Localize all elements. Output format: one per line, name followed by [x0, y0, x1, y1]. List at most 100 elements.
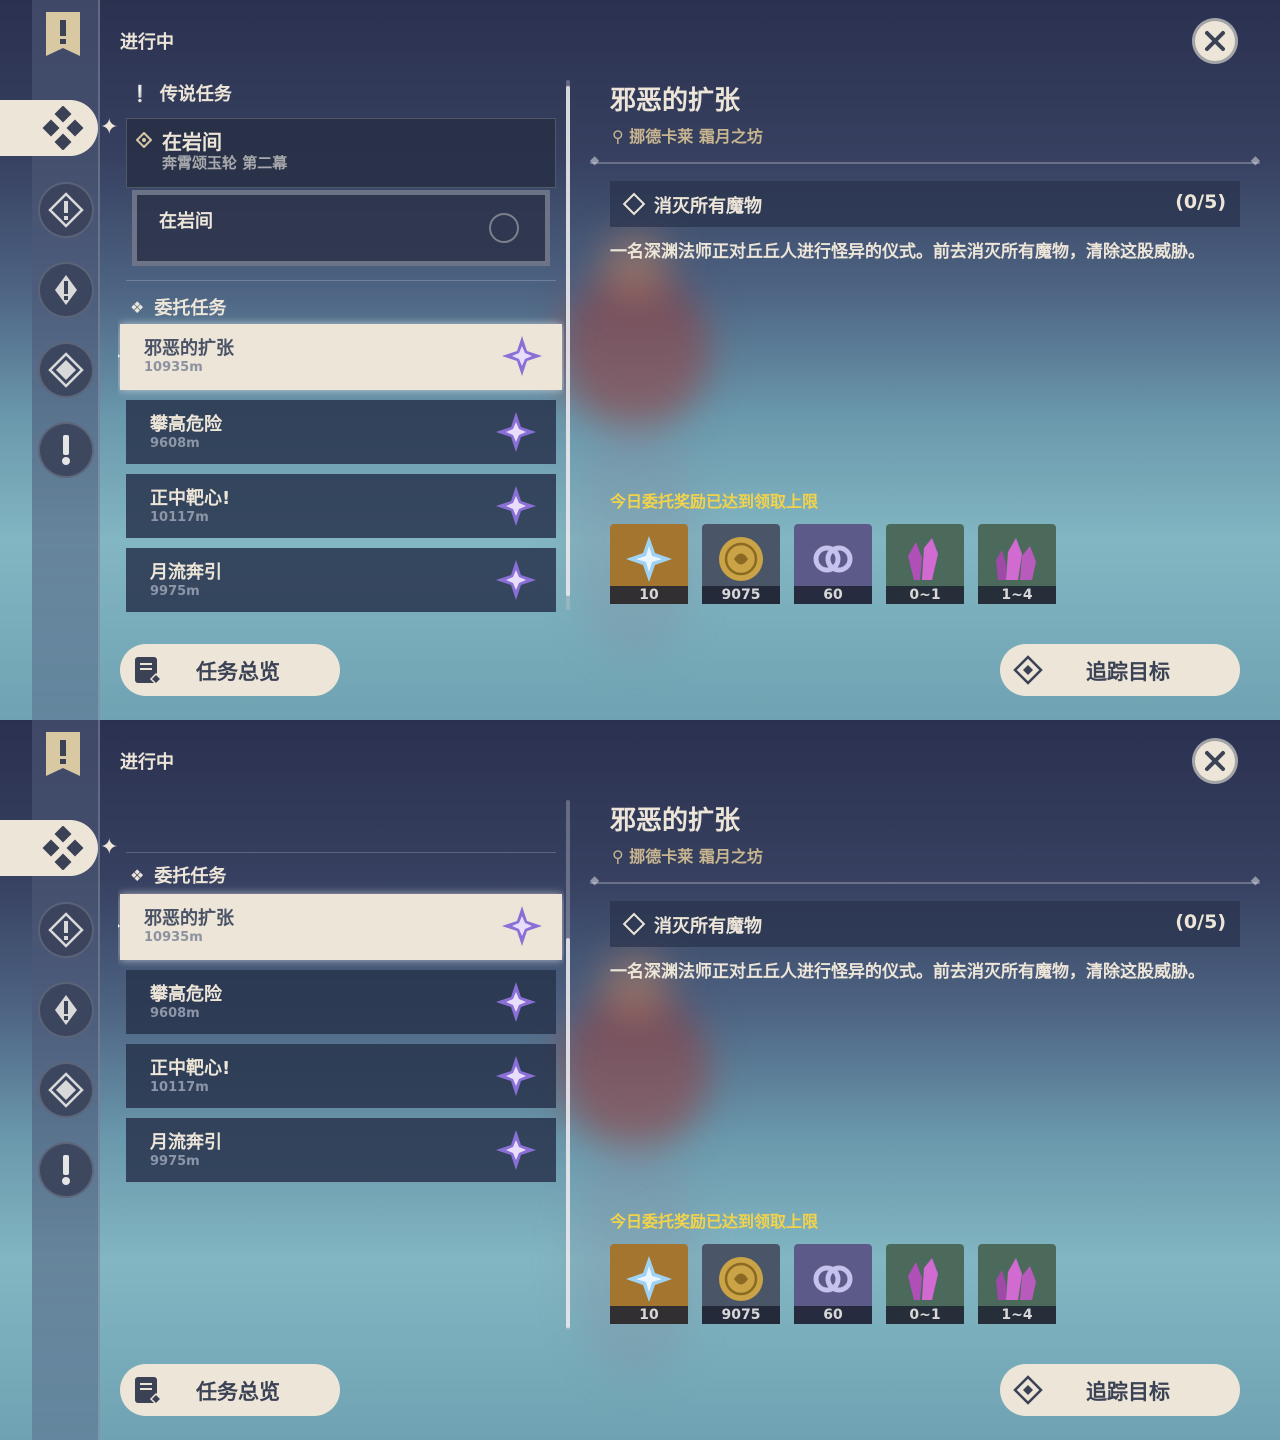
- nav-world-quest[interactable]: [38, 342, 94, 398]
- track-target-button[interactable]: 追踪目标: [1000, 1364, 1240, 1416]
- nav-world-quest[interactable]: [38, 1062, 94, 1118]
- commission-name: 月流奔引: [150, 1132, 222, 1153]
- exclamation-icon: ❕: [130, 83, 150, 103]
- commission-icon: ❖: [130, 297, 145, 317]
- objective-diamond-icon: [622, 192, 646, 216]
- reward-item[interactable]: 60: [794, 1244, 872, 1324]
- commission-icon: [42, 106, 84, 150]
- reward-item[interactable]: 10: [610, 524, 688, 604]
- divider: [590, 873, 1260, 887]
- section-label: 委托任务: [154, 298, 227, 319]
- mora-icon: [719, 537, 763, 581]
- button-label: 追踪目标: [1086, 660, 1170, 684]
- reward-item[interactable]: 0~1: [886, 524, 964, 604]
- commission-item[interactable]: 邪恶的扩张 10935m: [118, 324, 562, 390]
- quest-overview-button[interactable]: 任务总览: [120, 644, 340, 696]
- legend-subquest-card[interactable]: 在岩间: [132, 190, 550, 266]
- objective-bar: 消灭所有魔物 (0/5): [610, 901, 1240, 947]
- primogem-icon: [626, 1256, 672, 1302]
- divider: [590, 153, 1260, 167]
- objective-count: (0/5): [1175, 191, 1226, 213]
- objective-diamond-icon: [622, 912, 646, 936]
- commission-section-header: ❖ 委托任务: [130, 294, 226, 320]
- reward-count: 0~1: [886, 586, 964, 604]
- divider: [126, 852, 556, 853]
- selected-arrow-icon: [118, 919, 120, 933]
- crystal-chunk-icon: [908, 1258, 938, 1300]
- primogem-icon: [626, 536, 672, 582]
- commission-distance: 10117m: [150, 510, 209, 525]
- location-pin-icon: [489, 213, 519, 243]
- archon-quest-icon: [48, 192, 84, 228]
- commission-name: 邪恶的扩张: [144, 908, 234, 929]
- location-label: 挪德卡莱 霜月之坊: [629, 847, 763, 866]
- quest-overview-button[interactable]: 任务总览: [120, 1364, 340, 1416]
- nav-event-quest[interactable]: [38, 422, 94, 478]
- commission-distance: 10117m: [150, 1080, 209, 1095]
- selected-arrow-icon: [118, 349, 120, 363]
- track-target-button[interactable]: 追踪目标: [1000, 644, 1240, 696]
- quest-book-icon: [135, 1377, 163, 1406]
- reward-count: 1~4: [978, 1306, 1056, 1324]
- selected-star-icon: ✦: [100, 835, 119, 860]
- quest-book-icon: [135, 657, 163, 686]
- reward-item[interactable]: 9075: [702, 524, 780, 604]
- quest-description: 一名深渊法师正对丘丘人进行怪异的仪式。前去消灭所有魔物，清除这股威胁。: [610, 962, 1205, 982]
- commission-star-icon: [496, 1130, 536, 1170]
- quest-banner-icon[interactable]: [42, 730, 84, 780]
- commission-star-icon: [502, 336, 542, 376]
- reward-count: 9075: [702, 1306, 780, 1324]
- nav-archon-quest[interactable]: [38, 902, 94, 958]
- reward-item[interactable]: 1~4: [978, 524, 1056, 604]
- crystal-chunk-icon: [996, 538, 1036, 580]
- quest-screen-top: ✦ 进行中 ❕ 传说任务 在岩间 奔霄颂玉轮 第二幕 在岩间 ❖ 委托任务 邪恶…: [0, 0, 1280, 720]
- close-button[interactable]: [1192, 18, 1238, 64]
- reward-item[interactable]: 0~1: [886, 1244, 964, 1324]
- commission-item[interactable]: 攀高危险 9608m: [126, 970, 556, 1034]
- objective-count: (0/5): [1175, 911, 1226, 933]
- reward-item[interactable]: 10: [610, 1244, 688, 1324]
- reward-item[interactable]: 60: [794, 524, 872, 604]
- quest-list[interactable]: ❕ 传说任务 在岩间 奔霄颂玉轮 第二幕 在岩间 ❖ 委托任务 邪恶的扩张 10…: [118, 70, 564, 630]
- quest-category-sidebar: ✦: [0, 0, 118, 720]
- commission-item[interactable]: 攀高危险 9608m: [126, 400, 556, 464]
- quest-banner-icon[interactable]: [42, 10, 84, 60]
- commission-name: 正中靶心!: [150, 488, 231, 509]
- nav-event-quest[interactable]: [38, 1142, 94, 1198]
- nav-commission-selected[interactable]: [0, 100, 98, 156]
- world-quest-icon: [48, 1072, 84, 1108]
- status-title: 进行中: [120, 752, 174, 773]
- reward-count: 0~1: [886, 1306, 964, 1324]
- reward-count: 60: [794, 586, 872, 604]
- location-pin-icon: ⚲: [612, 847, 624, 866]
- quest-description: 一名深渊法师正对丘丘人进行怪异的仪式。前去消灭所有魔物，清除这股威胁。: [610, 242, 1205, 262]
- button-label: 追踪目标: [1086, 1380, 1170, 1404]
- scrollbar-thumb[interactable]: [566, 938, 570, 1328]
- commission-item[interactable]: 月流奔引 9975m: [126, 1118, 556, 1182]
- commission-icon: ❖: [130, 865, 145, 885]
- selected-star-icon: ✦: [100, 115, 119, 140]
- commission-section-header: ❖ 委托任务: [130, 862, 226, 888]
- commission-star-icon: [496, 486, 536, 526]
- objective-bar: 消灭所有魔物 (0/5): [610, 181, 1240, 227]
- world-quest-icon: [48, 352, 84, 388]
- exclamation-icon: [62, 435, 70, 465]
- nav-commission-selected[interactable]: [0, 820, 98, 876]
- reward-count: 10: [610, 586, 688, 604]
- nav-story-quest[interactable]: [38, 262, 94, 318]
- commission-item[interactable]: 正中靶心! 10117m: [126, 474, 556, 538]
- close-icon: [1205, 31, 1225, 51]
- commission-item[interactable]: 邪恶的扩张 10935m: [118, 894, 562, 960]
- scrollbar-thumb[interactable]: [566, 86, 570, 596]
- nav-story-quest[interactable]: [38, 982, 94, 1038]
- commission-icon: [42, 826, 84, 870]
- close-button[interactable]: [1192, 738, 1238, 784]
- location-label: 挪德卡莱 霜月之坊: [629, 127, 763, 146]
- reward-item[interactable]: 9075: [702, 1244, 780, 1324]
- commission-item[interactable]: 正中靶心! 10117m: [126, 1044, 556, 1108]
- quest-list[interactable]: 在岩间 ❖ 委托任务 邪恶的扩张 10935m 攀高危险 9608m 正中靶心!…: [118, 790, 564, 1350]
- crystal-chunk-icon: [996, 1258, 1036, 1300]
- nav-archon-quest[interactable]: [38, 182, 94, 238]
- reward-item[interactable]: 1~4: [978, 1244, 1056, 1324]
- commission-item[interactable]: 月流奔引 9975m: [126, 548, 556, 612]
